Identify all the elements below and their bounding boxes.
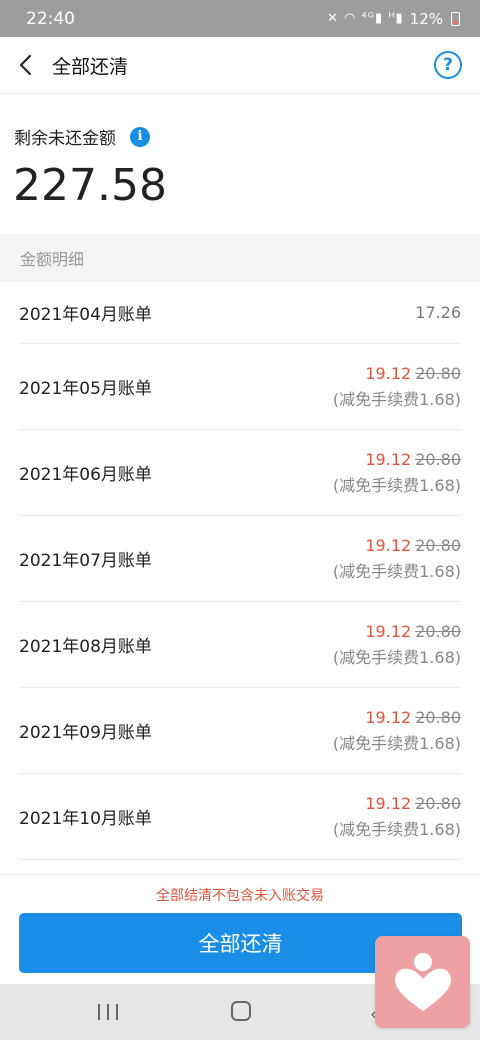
bill-amount: 19.12 xyxy=(365,363,412,383)
bill-amount-block: 19.12 20.80 (减免手续费1.68) xyxy=(333,705,461,757)
bill-amount-block: 19.12 20.80 (减免手续费1.68) xyxy=(333,533,461,585)
settlement-notice: 全部结清不包含未入账交易 xyxy=(156,888,324,904)
status-time: 22:40 xyxy=(26,8,75,29)
summary-label-row: 剩余未还金额 i xyxy=(14,124,150,149)
bill-label: 2021年07月账单 xyxy=(19,551,152,571)
bill-label: 2021年05月账单 xyxy=(19,379,152,399)
remaining-summary: 剩余未还金额 i 227.58 xyxy=(0,94,480,234)
info-icon[interactable]: i xyxy=(130,126,150,147)
fee-waiver-note: (减免手续费1.68) xyxy=(332,647,461,667)
bill-amount: 19.12 xyxy=(365,707,412,727)
bill-amount-block: 19.12 20.80 (减免手续费1.68) xyxy=(333,447,461,499)
bill-amount: 19.12 xyxy=(365,621,412,641)
fee-waiver-note: (减免手续费1.68) xyxy=(332,561,461,581)
remaining-label: 剩余未还金额 xyxy=(14,129,116,149)
bill-row[interactable]: 2021年04月账单 17.26 xyxy=(19,282,461,344)
bill-label: 2021年09月账单 xyxy=(19,723,152,743)
bill-original-amount: 20.80 xyxy=(415,449,461,469)
back-button[interactable] xyxy=(0,37,52,94)
chevron-left-icon xyxy=(19,54,32,76)
help-button[interactable]: ? xyxy=(434,51,462,79)
bill-original-amount: 20.80 xyxy=(415,793,461,813)
bill-original-amount: 20.80 xyxy=(415,621,461,641)
bill-amount-block: 19.12 20.80 (减免手续费1.68) xyxy=(333,791,461,843)
bill-amount: 19.12 xyxy=(365,535,412,555)
page-title: 全部还清 xyxy=(52,55,129,78)
bill-label: 2021年06月账单 xyxy=(19,465,152,485)
fee-waiver-note: (减免手续费1.68) xyxy=(332,819,461,839)
home-icon[interactable] xyxy=(231,1001,251,1021)
fee-waiver-note: (减免手续费1.68) xyxy=(332,733,461,753)
fee-waiver-note: (减免手续费1.68) xyxy=(332,389,461,409)
question-circle-icon: ? xyxy=(443,55,453,75)
status-bar: 22:40 ✕ ◠ ⁴ᴳ▮ ᴴ▮ 12% xyxy=(0,0,480,37)
bill-amount: 19.12 xyxy=(365,793,412,813)
header: 全部还清 ? xyxy=(0,37,480,94)
bill-original-amount: 20.80 xyxy=(415,707,461,727)
section-header: 金额明细 xyxy=(0,234,480,282)
bill-label: 2021年08月账单 xyxy=(19,637,152,657)
recent-apps-icon[interactable] xyxy=(98,1004,118,1020)
fee-waiver-note: (减免手续费1.68) xyxy=(332,475,461,495)
bill-row[interactable]: 2021年08月账单 19.12 20.80 (减免手续费1.68) xyxy=(19,602,461,688)
bill-row[interactable]: 2021年10月账单 19.12 20.80 (减免手续费1.68) xyxy=(19,774,461,860)
bill-amount-block: 19.12 20.80 (减免手续费1.68) xyxy=(333,619,461,671)
remaining-amount: 227.58 xyxy=(13,160,167,211)
bill-list: 2021年04月账单 17.26 2021年05月账单 19.12 20.80 (… xyxy=(0,282,480,860)
bill-amount: 19.12 xyxy=(365,449,412,469)
battery-icon xyxy=(451,11,460,26)
battery-percent: 12% xyxy=(409,9,443,28)
bill-row[interactable]: 2021年06月账单 19.12 20.80 (减免手续费1.68) xyxy=(19,430,461,516)
status-icons: ✕ ◠ ⁴ᴳ▮ ᴴ▮ xyxy=(327,11,404,26)
bill-amount: 17.26 xyxy=(415,303,461,322)
bill-row[interactable]: 2021年09月账单 19.12 20.80 (减免手续费1.68) xyxy=(19,688,461,774)
status-right: ✕ ◠ ⁴ᴳ▮ ᴴ▮ 12% xyxy=(327,10,460,28)
bill-row[interactable]: 2021年07月账单 19.12 20.80 (减免手续费1.68) xyxy=(19,516,461,602)
bill-amount-block: 19.12 20.80 (减免手续费1.68) xyxy=(333,361,461,413)
bill-original-amount: 20.80 xyxy=(415,535,461,555)
floating-assistant-button[interactable] xyxy=(375,936,470,1028)
heart-person-icon xyxy=(394,953,451,1011)
bill-label: 2021年10月账单 xyxy=(19,809,152,829)
bill-label: 2021年04月账单 xyxy=(19,305,152,325)
bill-row[interactable]: 2021年05月账单 19.12 20.80 (减免手续费1.68) xyxy=(19,344,461,430)
bill-original-amount: 20.80 xyxy=(415,363,461,383)
